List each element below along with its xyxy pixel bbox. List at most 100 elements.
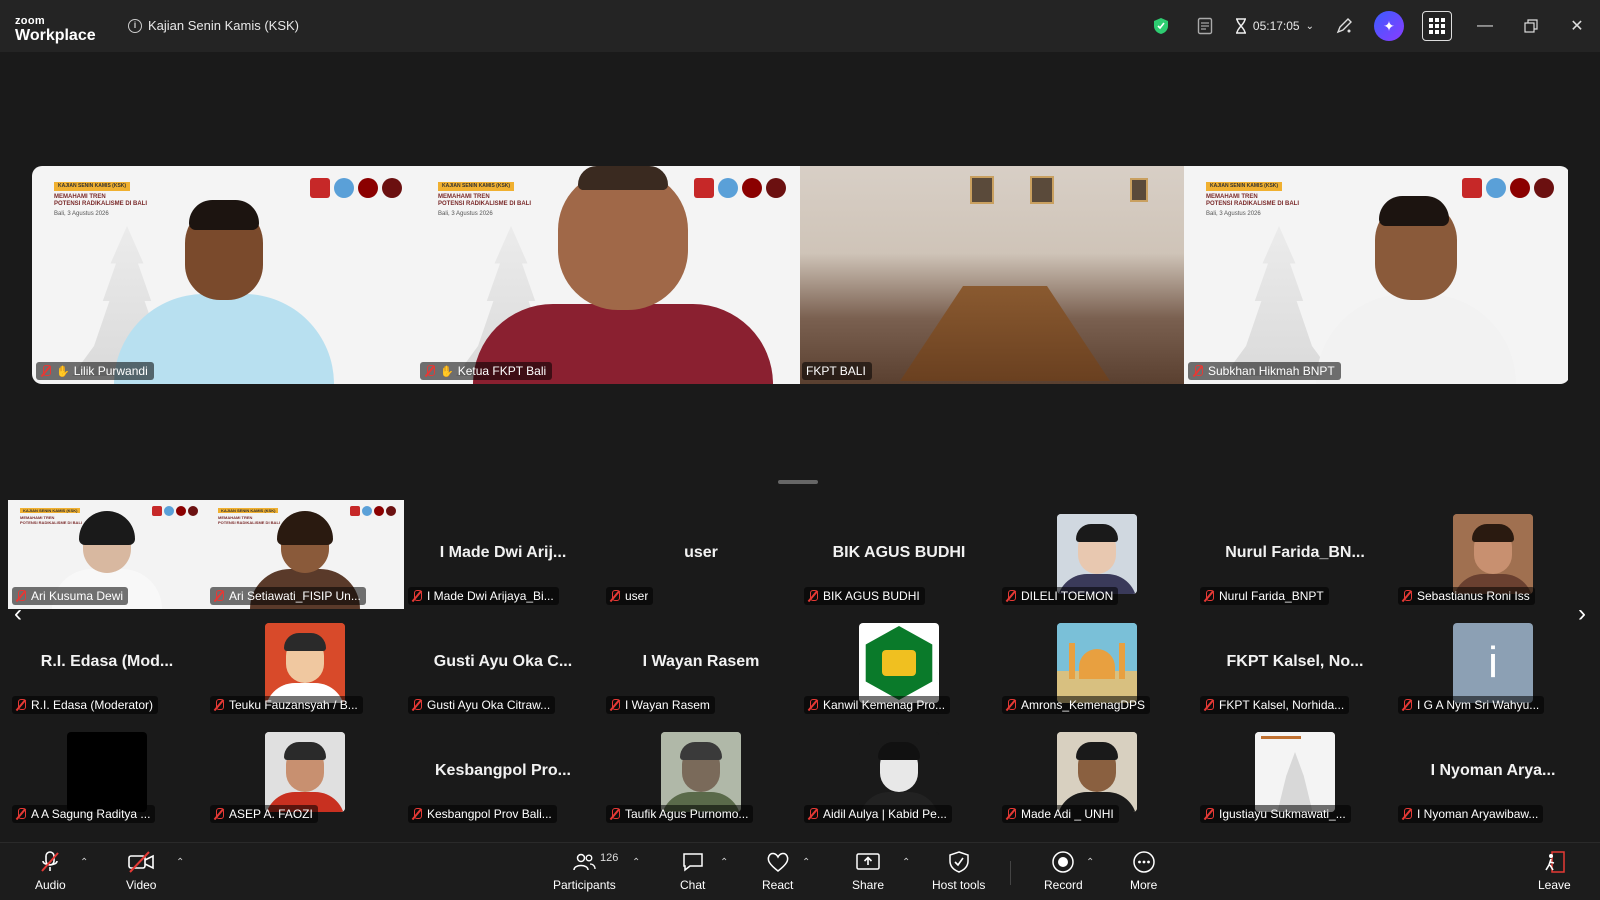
close-button[interactable]: ✕ bbox=[1554, 0, 1600, 52]
participant-tile[interactable]: Kesbangpol Pro... Kesbangpol Prov Bali... bbox=[404, 718, 602, 827]
slide-title-1: MEMAHAMI TREN bbox=[1206, 193, 1258, 200]
avatar bbox=[859, 732, 939, 812]
kemenag-logo-icon bbox=[859, 623, 939, 703]
participant-tile[interactable]: I Nyoman Arya... I Nyoman Aryawibaw... bbox=[1394, 718, 1592, 827]
participant-name-label: FKPT Kalsel, Norhida... bbox=[1200, 696, 1350, 714]
participant-name-label: DILELI TOEMON bbox=[1002, 587, 1119, 605]
more-button[interactable]: More bbox=[1130, 849, 1157, 892]
participant-tile[interactable]: Igustiayu Sukmawati_... bbox=[1196, 718, 1394, 827]
notes-icon[interactable] bbox=[1183, 0, 1227, 52]
participant-name-label: I Nyoman Aryawibaw... bbox=[1398, 805, 1544, 823]
timer-value: 05:17:05 bbox=[1252, 19, 1300, 33]
host-tools-button[interactable]: Host tools bbox=[932, 849, 985, 892]
participant-tile[interactable]: Taufik Agus Purnomo... bbox=[602, 718, 800, 827]
mic-off-icon bbox=[609, 699, 621, 711]
participant-tile[interactable]: I Wayan Rasem I Wayan Rasem bbox=[602, 609, 800, 718]
participant-tile[interactable]: FKPT Kalsel, No... FKPT Kalsel, Norhida..… bbox=[1196, 609, 1394, 718]
react-options-caret[interactable]: ⌃ bbox=[802, 857, 810, 868]
gallery-row-1: KAJIAN SENIN KAMIS (KSK) MEMAHAMI TREN P… bbox=[8, 500, 1592, 609]
chat-button[interactable]: Chat bbox=[680, 849, 705, 892]
participant-tile[interactable]: Teuku Fauzansyah / B... bbox=[206, 609, 404, 718]
participant-tile[interactable]: Sebastianus Roni Iss bbox=[1394, 500, 1592, 609]
slide-header: KAJIAN SENIN KAMIS (KSK) MEMAHAMI TREN P… bbox=[1206, 182, 1299, 219]
mic-off-icon bbox=[15, 699, 27, 711]
avatar-photo bbox=[265, 623, 345, 703]
video-button[interactable]: Video bbox=[126, 849, 156, 892]
participant-tile[interactable]: Gusti Ayu Oka C... Gusti Ayu Oka Citraw..… bbox=[404, 609, 602, 718]
mic-off-icon bbox=[807, 808, 819, 820]
participant-tile[interactable]: Nurul Farida_BN... Nurul Farida_BNPT bbox=[1196, 500, 1394, 609]
title-bar-controls: 05:17:05 ⌄ ✦ — ✕ bbox=[1139, 0, 1600, 52]
participants-options-caret[interactable]: ⌃ bbox=[632, 857, 640, 868]
participant-tile[interactable]: Aidil Aulya | Kabid Pe... bbox=[800, 718, 998, 827]
participant-tile[interactable]: R.I. Edasa (Mod... R.I. Edasa (Moderator) bbox=[8, 609, 206, 718]
view-grid-button[interactable] bbox=[1422, 11, 1452, 41]
participant-name-label: I G A Nym Sri Wahyu... bbox=[1398, 696, 1545, 714]
speaker-tile[interactable]: KAJIAN SENIN KAMIS (KSK) MEMAHAMI TREN P… bbox=[416, 166, 800, 384]
avatar bbox=[661, 732, 741, 812]
share-options-caret[interactable]: ⌃ bbox=[902, 857, 910, 868]
chat-options-caret[interactable]: ⌃ bbox=[720, 857, 728, 868]
audio-button[interactable]: Audio bbox=[35, 849, 66, 892]
participant-tile[interactable]: KAJIAN SENIN KAMIS (KSK) MEMAHAMI TREN P… bbox=[206, 500, 404, 609]
chevron-down-icon[interactable]: ⌄ bbox=[1306, 21, 1314, 32]
avatar bbox=[859, 623, 939, 703]
share-button[interactable]: Share bbox=[852, 849, 884, 892]
leave-button[interactable]: Leave bbox=[1538, 849, 1571, 892]
gallery-row-3: A A Sagung Raditya ... ASEP A. FAOZI Kesb… bbox=[8, 718, 1592, 827]
zoom-logo: zoom Workplace bbox=[15, 16, 96, 44]
audio-options-caret[interactable]: ⌃ bbox=[80, 857, 88, 868]
chevron-right-icon[interactable]: › bbox=[1570, 600, 1594, 628]
slide-tag: KAJIAN SENIN KAMIS (KSK) bbox=[54, 182, 131, 191]
record-button[interactable]: Record bbox=[1044, 849, 1083, 892]
participant-tile[interactable]: KAJIAN SENIN KAMIS (KSK) MEMAHAMI TREN P… bbox=[8, 500, 206, 609]
participant-tile[interactable]: BIK AGUS BUDHI BIK AGUS BUDHI bbox=[800, 500, 998, 609]
participant-name-label: Made Adi _ UNHI bbox=[1002, 805, 1119, 823]
meeting-timer[interactable]: 05:17:05 ⌄ bbox=[1227, 18, 1322, 34]
gallery-row-2: R.I. Edasa (Mod... R.I. Edasa (Moderator)… bbox=[8, 609, 1592, 718]
participant-tile[interactable]: I Made Dwi Arij... I Made Dwi Arijaya_Bi.… bbox=[404, 500, 602, 609]
mic-off-icon bbox=[1192, 365, 1204, 377]
speaker-name-label: ✋ Lilik Purwandi bbox=[36, 362, 154, 380]
participant-tile[interactable]: ASEP A. FAOZI bbox=[206, 718, 404, 827]
participant-name-label: Amrons_KemenagDPS bbox=[1002, 696, 1151, 714]
record-options-caret[interactable]: ⌃ bbox=[1086, 857, 1094, 868]
annotate-pen-icon[interactable] bbox=[1322, 0, 1366, 52]
minimize-button[interactable]: — bbox=[1462, 0, 1508, 52]
participant-tile[interactable]: user user bbox=[602, 500, 800, 609]
meeting-info[interactable]: i Kajian Senin Kamis (KSK) bbox=[128, 18, 299, 33]
participant-tile[interactable]: DILELI TOEMON bbox=[998, 500, 1196, 609]
participant-tile[interactable]: Amrons_KemenagDPS bbox=[998, 609, 1196, 718]
leave-icon bbox=[1542, 849, 1566, 875]
mic-off-icon bbox=[609, 808, 621, 820]
meeting-room-video bbox=[800, 166, 1184, 384]
participant-name-label: I Made Dwi Arijaya_Bi... bbox=[408, 587, 559, 605]
speaker-tile[interactable]: KAJIAN SENIN KAMIS (KSK) MEMAHAMI TREN P… bbox=[1184, 166, 1568, 384]
participant-name-label: Gusti Ayu Oka Citraw... bbox=[408, 696, 556, 714]
meeting-toolbar: Audio ⌃ Video ⌃ Participants 126 ⌃ Chat … bbox=[0, 842, 1600, 900]
speaker-strip: KAJIAN SENIN KAMIS (KSK) MEMAHAMI TREN P… bbox=[32, 166, 1570, 384]
video-options-caret[interactable]: ⌃ bbox=[176, 857, 184, 868]
mosque-icon bbox=[1057, 623, 1137, 703]
mic-off-icon bbox=[1401, 699, 1413, 711]
participant-tile[interactable]: A A Sagung Raditya ... bbox=[8, 718, 206, 827]
chevron-left-icon[interactable]: ‹ bbox=[6, 600, 30, 628]
speaker-tile-active[interactable]: FKPT BALI bbox=[800, 166, 1184, 384]
participant-tile[interactable]: i I G A Nym Sri Wahyu... bbox=[1394, 609, 1592, 718]
encryption-shield-icon[interactable] bbox=[1139, 0, 1183, 52]
mic-off-icon bbox=[807, 590, 819, 602]
restore-button[interactable] bbox=[1508, 0, 1554, 52]
participant-name-label: ASEP A. FAOZI bbox=[210, 805, 318, 823]
speaker-tile[interactable]: KAJIAN SENIN KAMIS (KSK) MEMAHAMI TREN P… bbox=[32, 166, 416, 384]
participant-name-label: Ari Setiawati_FISIP Un... bbox=[210, 587, 366, 605]
meeting-title: Kajian Senin Kamis (KSK) bbox=[148, 18, 300, 33]
ai-companion-icon[interactable]: ✦ bbox=[1374, 11, 1404, 41]
participant-tile[interactable]: Made Adi _ UNHI bbox=[998, 718, 1196, 827]
participant-tile[interactable]: Kanwil Kemenag Pro... bbox=[800, 609, 998, 718]
info-icon[interactable]: i bbox=[128, 18, 142, 33]
avatar-letter: i bbox=[1488, 638, 1498, 687]
react-button[interactable]: React bbox=[762, 849, 793, 892]
participant-display-name: user bbox=[684, 544, 718, 561]
speaker-name-label: FKPT BALI bbox=[802, 362, 872, 380]
mic-off-icon bbox=[807, 699, 819, 711]
